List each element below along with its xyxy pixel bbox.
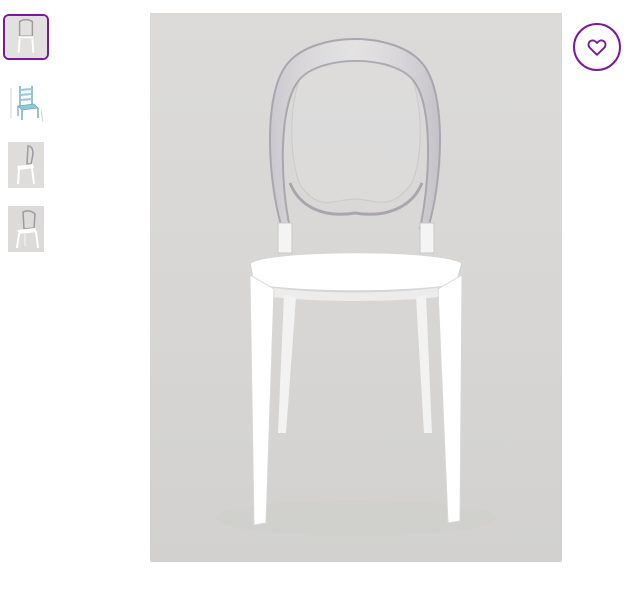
clear-chair-front-thumbnail [5,16,47,58]
chair-side-view-thumbnail [8,142,44,188]
clear-back-white-chair-photo [216,38,496,536]
chair-angle-view-thumbnail [8,206,44,252]
blue-chair-diagram-thumbnail [3,80,49,126]
main-product-image[interactable] [150,13,562,562]
heart-icon [587,39,607,56]
thumbnail-1[interactable] [3,14,49,60]
favorite-button[interactable] [573,23,621,71]
thumbnail-2[interactable] [3,80,49,126]
thumbnail-3[interactable] [3,142,49,188]
thumbnail-4[interactable] [3,206,49,252]
